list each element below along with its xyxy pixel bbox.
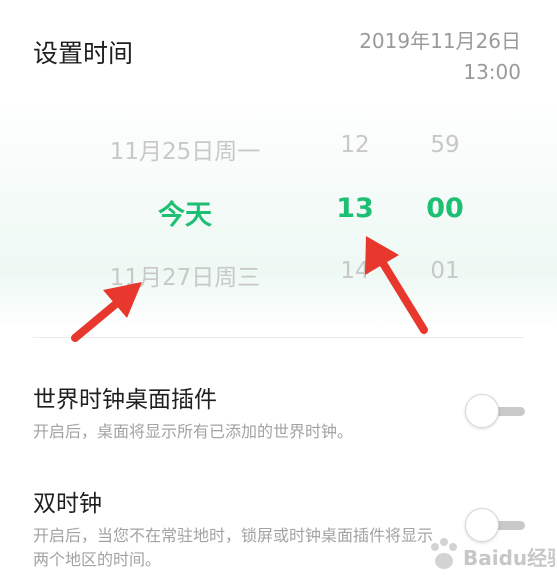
- picker-hour-prev[interactable]: 12: [320, 132, 390, 158]
- picker-date-selected[interactable]: 今天: [95, 193, 275, 232]
- watermark-text: Baidu经验: [463, 546, 555, 570]
- current-date: 2019年11月26日: [359, 29, 521, 53]
- picker-minute-next[interactable]: 01: [405, 258, 485, 284]
- picker-minute-prev[interactable]: 59: [405, 132, 485, 158]
- setting-description: 开启后，桌面将显示所有已添加的世界时钟。: [33, 422, 354, 441]
- current-time: 13:00: [463, 60, 521, 84]
- page-title: 设置时间: [33, 39, 134, 68]
- baidu-watermark: Baidu经验: [425, 535, 557, 577]
- picker-hour-selected[interactable]: 13: [320, 193, 390, 224]
- picker-hour-next[interactable]: 14: [320, 258, 390, 284]
- toggle-knob: [465, 394, 499, 428]
- picker-date-prev[interactable]: 11月25日周一: [95, 132, 275, 166]
- picker-minute-selected[interactable]: 00: [405, 193, 485, 224]
- setting-description: 开启后，当您不在常驻地时，锁屏或时钟桌面插件将显示两个地区的时间。: [33, 526, 434, 569]
- baidu-paw-icon: Baidu经验: [431, 538, 557, 570]
- section-divider: [33, 337, 524, 338]
- picker-date-next[interactable]: 11月27日周三: [95, 258, 275, 292]
- world-clock-widget-toggle[interactable]: [465, 394, 525, 428]
- current-datetime: 2019年11月26日 13:00: [359, 26, 521, 88]
